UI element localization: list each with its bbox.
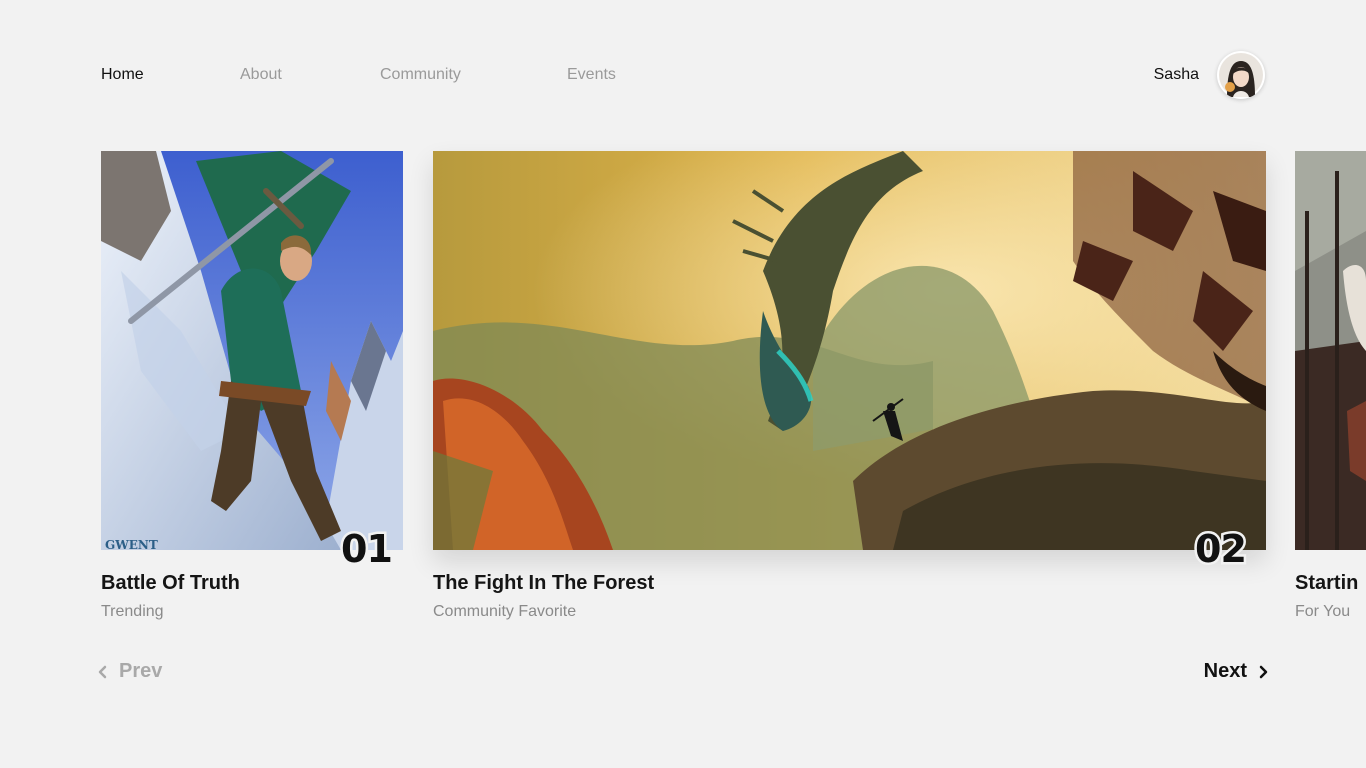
warrior-climbing-illustration: GWENT — [101, 151, 403, 550]
next-button[interactable]: Next — [1204, 660, 1269, 683]
card-subtitle: For You — [1295, 603, 1351, 620]
main-nav: Home About Community Events — [101, 62, 616, 88]
nav-about[interactable]: About — [240, 62, 380, 88]
next-label: Next — [1203, 660, 1247, 682]
card-image[interactable] — [1295, 151, 1366, 550]
card-title[interactable]: The Fight In The Forest — [433, 572, 654, 595]
card-subtitle: Community Favorite — [433, 603, 577, 620]
prev-label: Prev — [119, 660, 163, 682]
chevron-left-icon — [98, 665, 107, 678]
card-number: 01 — [339, 525, 396, 574]
card-title[interactable]: Startin — [1295, 572, 1358, 595]
svg-text:GWENT: GWENT — [105, 538, 158, 550]
page: Home About Community Events Sasha GWENT … — [0, 0, 1366, 768]
dragon-forest-illustration — [433, 151, 1266, 550]
card-title[interactable]: Battle Of Truth — [101, 572, 240, 595]
user-menu[interactable]: Sasha — [1154, 51, 1265, 99]
avatar-image — [1219, 53, 1263, 97]
card-number: 02 — [1193, 525, 1250, 574]
tavern-illustration — [1295, 151, 1366, 550]
user-name: Sasha — [1153, 66, 1199, 83]
card-image[interactable]: GWENT — [101, 151, 403, 550]
card-image[interactable] — [433, 151, 1266, 550]
nav-community[interactable]: Community — [380, 62, 567, 88]
avatar[interactable] — [1217, 51, 1265, 99]
chevron-right-icon — [1259, 665, 1268, 678]
nav-home[interactable]: Home — [101, 62, 240, 88]
card-subtitle: Trending — [101, 603, 164, 620]
nav-events[interactable]: Events — [567, 62, 616, 88]
prev-button[interactable]: Prev — [97, 660, 162, 683]
